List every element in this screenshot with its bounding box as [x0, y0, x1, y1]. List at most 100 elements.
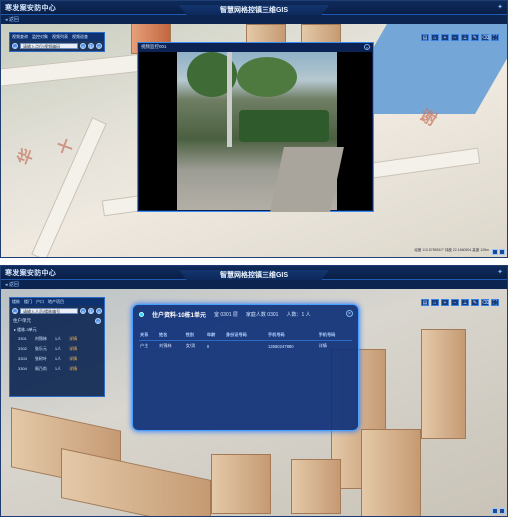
zoom-in-icon[interactable]: + [441, 34, 449, 41]
pen-icon[interactable]: ✎ [471, 299, 479, 306]
search-input[interactable]: 请输入人员/楼栋编号 [20, 308, 78, 314]
star-icon[interactable]: ✦ [497, 268, 503, 276]
zoom-out-icon[interactable]: − [451, 34, 459, 41]
list-title: 住户单元 [13, 318, 31, 323]
tab-monitor-object[interactable]: 监控对象 [32, 34, 48, 40]
layers-icon[interactable]: ▤ [421, 299, 429, 306]
close-icon[interactable]: × [346, 310, 353, 317]
home-icon[interactable]: ⌂ [431, 299, 439, 306]
compass-icon[interactable] [492, 508, 498, 514]
cell-id [225, 341, 267, 352]
close-icon[interactable]: × [95, 318, 101, 324]
detail-link[interactable]: 详情 [318, 341, 352, 352]
sub-bar: ◂ 返回 [1, 280, 507, 289]
refresh-icon[interactable]: ↻ [88, 43, 94, 49]
measure-icon[interactable]: ⟂ [461, 34, 469, 41]
search-panel: 视频查询 监控对象 视频列表 视频巡查 ⌄ 请输入点位/视频编码 ⌕ ↻ × [9, 32, 105, 52]
zoom-out-icon[interactable]: − [451, 299, 459, 306]
room-number: 3301 [18, 336, 27, 341]
map-settings-icon[interactable] [499, 508, 505, 514]
resident-table: 关系 姓名 性别 年龄 身份证号码 手机号码 手机号码 户主 刘锦林 女/男 0… [139, 330, 352, 351]
building [61, 448, 211, 516]
cell-name: 刘锦林 [159, 343, 172, 348]
map-settings-icon[interactable] [499, 249, 505, 255]
cell-relation: 户主 [140, 343, 149, 348]
cell-age: 0 [206, 343, 210, 349]
close-icon[interactable]: × [96, 43, 102, 49]
back-label: 返回 [8, 17, 19, 23]
chevron-down-icon[interactable]: ⌄ [12, 43, 18, 49]
map-label: 华 [15, 146, 38, 168]
list-item[interactable]: 3302 张乐元 1人 详情 [10, 344, 104, 354]
search-icon[interactable]: ⌕ [80, 43, 86, 49]
home-icon[interactable]: ⌂ [431, 34, 439, 41]
pen-icon[interactable]: ✎ [471, 34, 479, 41]
close-icon[interactable]: × [364, 44, 370, 50]
info-room: 室 0301 层 [214, 312, 238, 318]
list-header: 住户单元 × [10, 316, 104, 326]
fullscreen-icon[interactable]: ⛶ [491, 34, 499, 41]
search-input[interactable]: 请输入点位/视频编码 [20, 43, 78, 49]
table-row[interactable]: 户主 刘锦林 女/男 0 13560247880 详情 [139, 341, 352, 352]
list-item[interactable]: 3303 张树叶 1人 详情 [10, 354, 104, 364]
measure-icon[interactable]: ⟂ [461, 299, 469, 306]
fullscreen-icon[interactable]: ⛶ [491, 299, 499, 306]
clear-icon[interactable]: ⌫ [481, 299, 489, 306]
search-row: ⌄ 请输入人员/楼栋编号 ⌕ ↻ × [10, 306, 104, 316]
tab-video-query[interactable]: 视频查询 [12, 34, 28, 40]
app-name: 寒发案安防中心 [5, 5, 57, 12]
video-player[interactable] [139, 52, 372, 212]
info-title: 住户资料-10栋1单元 [152, 313, 207, 319]
detail-link[interactable]: 详情 [69, 336, 77, 342]
back-link[interactable]: ◂ 返回 [5, 16, 19, 23]
back-link[interactable]: ◂ 返回 [5, 281, 19, 288]
map-toolbar: ▤ ⌂ + − ⟂ ✎ ⌫ ⛶ [421, 34, 499, 41]
zoom-in-icon[interactable]: + [441, 299, 449, 306]
table-header-row: 关系 姓名 性别 年龄 身份证号码 手机号码 手机号码 [139, 330, 352, 341]
tab-household[interactable]: 户口 [36, 299, 44, 305]
tab-project[interactable]: 地产项目 [48, 299, 64, 305]
detail-link[interactable]: 详情 [69, 356, 77, 362]
screenshot-residents: 寒发案安防中心 ✦ 智慧网格控镇三维GIS ◂ 返回 楼栋 楼门 户口 地产项目… [0, 265, 508, 517]
layers-icon[interactable]: ▤ [421, 34, 429, 41]
map-toolbar: ▤ ⌂ + − ⟂ ✎ ⌫ ⛶ [421, 299, 499, 306]
resident-count: 1人 [54, 356, 62, 361]
corner-tools [492, 508, 505, 514]
video-dialog-title: 视频监控001 [141, 44, 167, 49]
cell-gender: 女/男 [185, 343, 196, 348]
col-phone-2: 手机号码 [317, 330, 352, 341]
tab-video-patrol[interactable]: 视频巡查 [72, 34, 88, 40]
list-unit[interactable]: ▸ 楼栋-3单元 [10, 326, 104, 334]
building [361, 429, 421, 516]
compass-icon[interactable] [492, 249, 498, 255]
close-icon[interactable]: × [96, 308, 102, 314]
tab-building[interactable]: 楼栋 [12, 299, 20, 305]
col-age: 年龄 [205, 330, 225, 341]
pole [227, 52, 232, 147]
info-household: 家庭人数 0301 [245, 312, 279, 318]
detail-link[interactable]: 详情 [69, 366, 77, 372]
list-item[interactable]: 3301 刘锦林 1人 详情 [10, 334, 104, 344]
clear-icon[interactable]: ⌫ [481, 34, 489, 41]
info-header: 住户资料-10栋1单元 室 0301 层 家庭人数 0301 人数：1 人 [133, 305, 358, 322]
resident-count: 1人 [54, 366, 62, 371]
detail-link[interactable]: 详情 [69, 346, 77, 352]
map-label: 十 [55, 136, 78, 158]
building [291, 459, 341, 514]
sidewalk [270, 147, 344, 212]
refresh-icon[interactable]: ↻ [88, 308, 94, 314]
cell-phone: 13560247880 [267, 343, 294, 349]
star-icon[interactable]: ✦ [497, 3, 503, 11]
col-name: 姓名 [158, 330, 185, 341]
tab-unit[interactable]: 楼门 [24, 299, 32, 305]
chevron-down-icon[interactable]: ⌄ [12, 308, 18, 314]
video-dialog: 视频监控001 × [137, 42, 374, 212]
resident-name: 周乃尚 [34, 366, 47, 371]
list-item[interactable]: 3304 周乃尚 1人 详情 [10, 364, 104, 374]
panel-tabs: 楼栋 楼门 户口 地产项目 [10, 298, 104, 306]
corner-tools [492, 249, 505, 255]
info-count: 人数：1 人 [286, 312, 311, 318]
building [211, 454, 271, 514]
tab-video-list[interactable]: 视频列表 [52, 34, 68, 40]
search-icon[interactable]: ⌕ [80, 308, 86, 314]
